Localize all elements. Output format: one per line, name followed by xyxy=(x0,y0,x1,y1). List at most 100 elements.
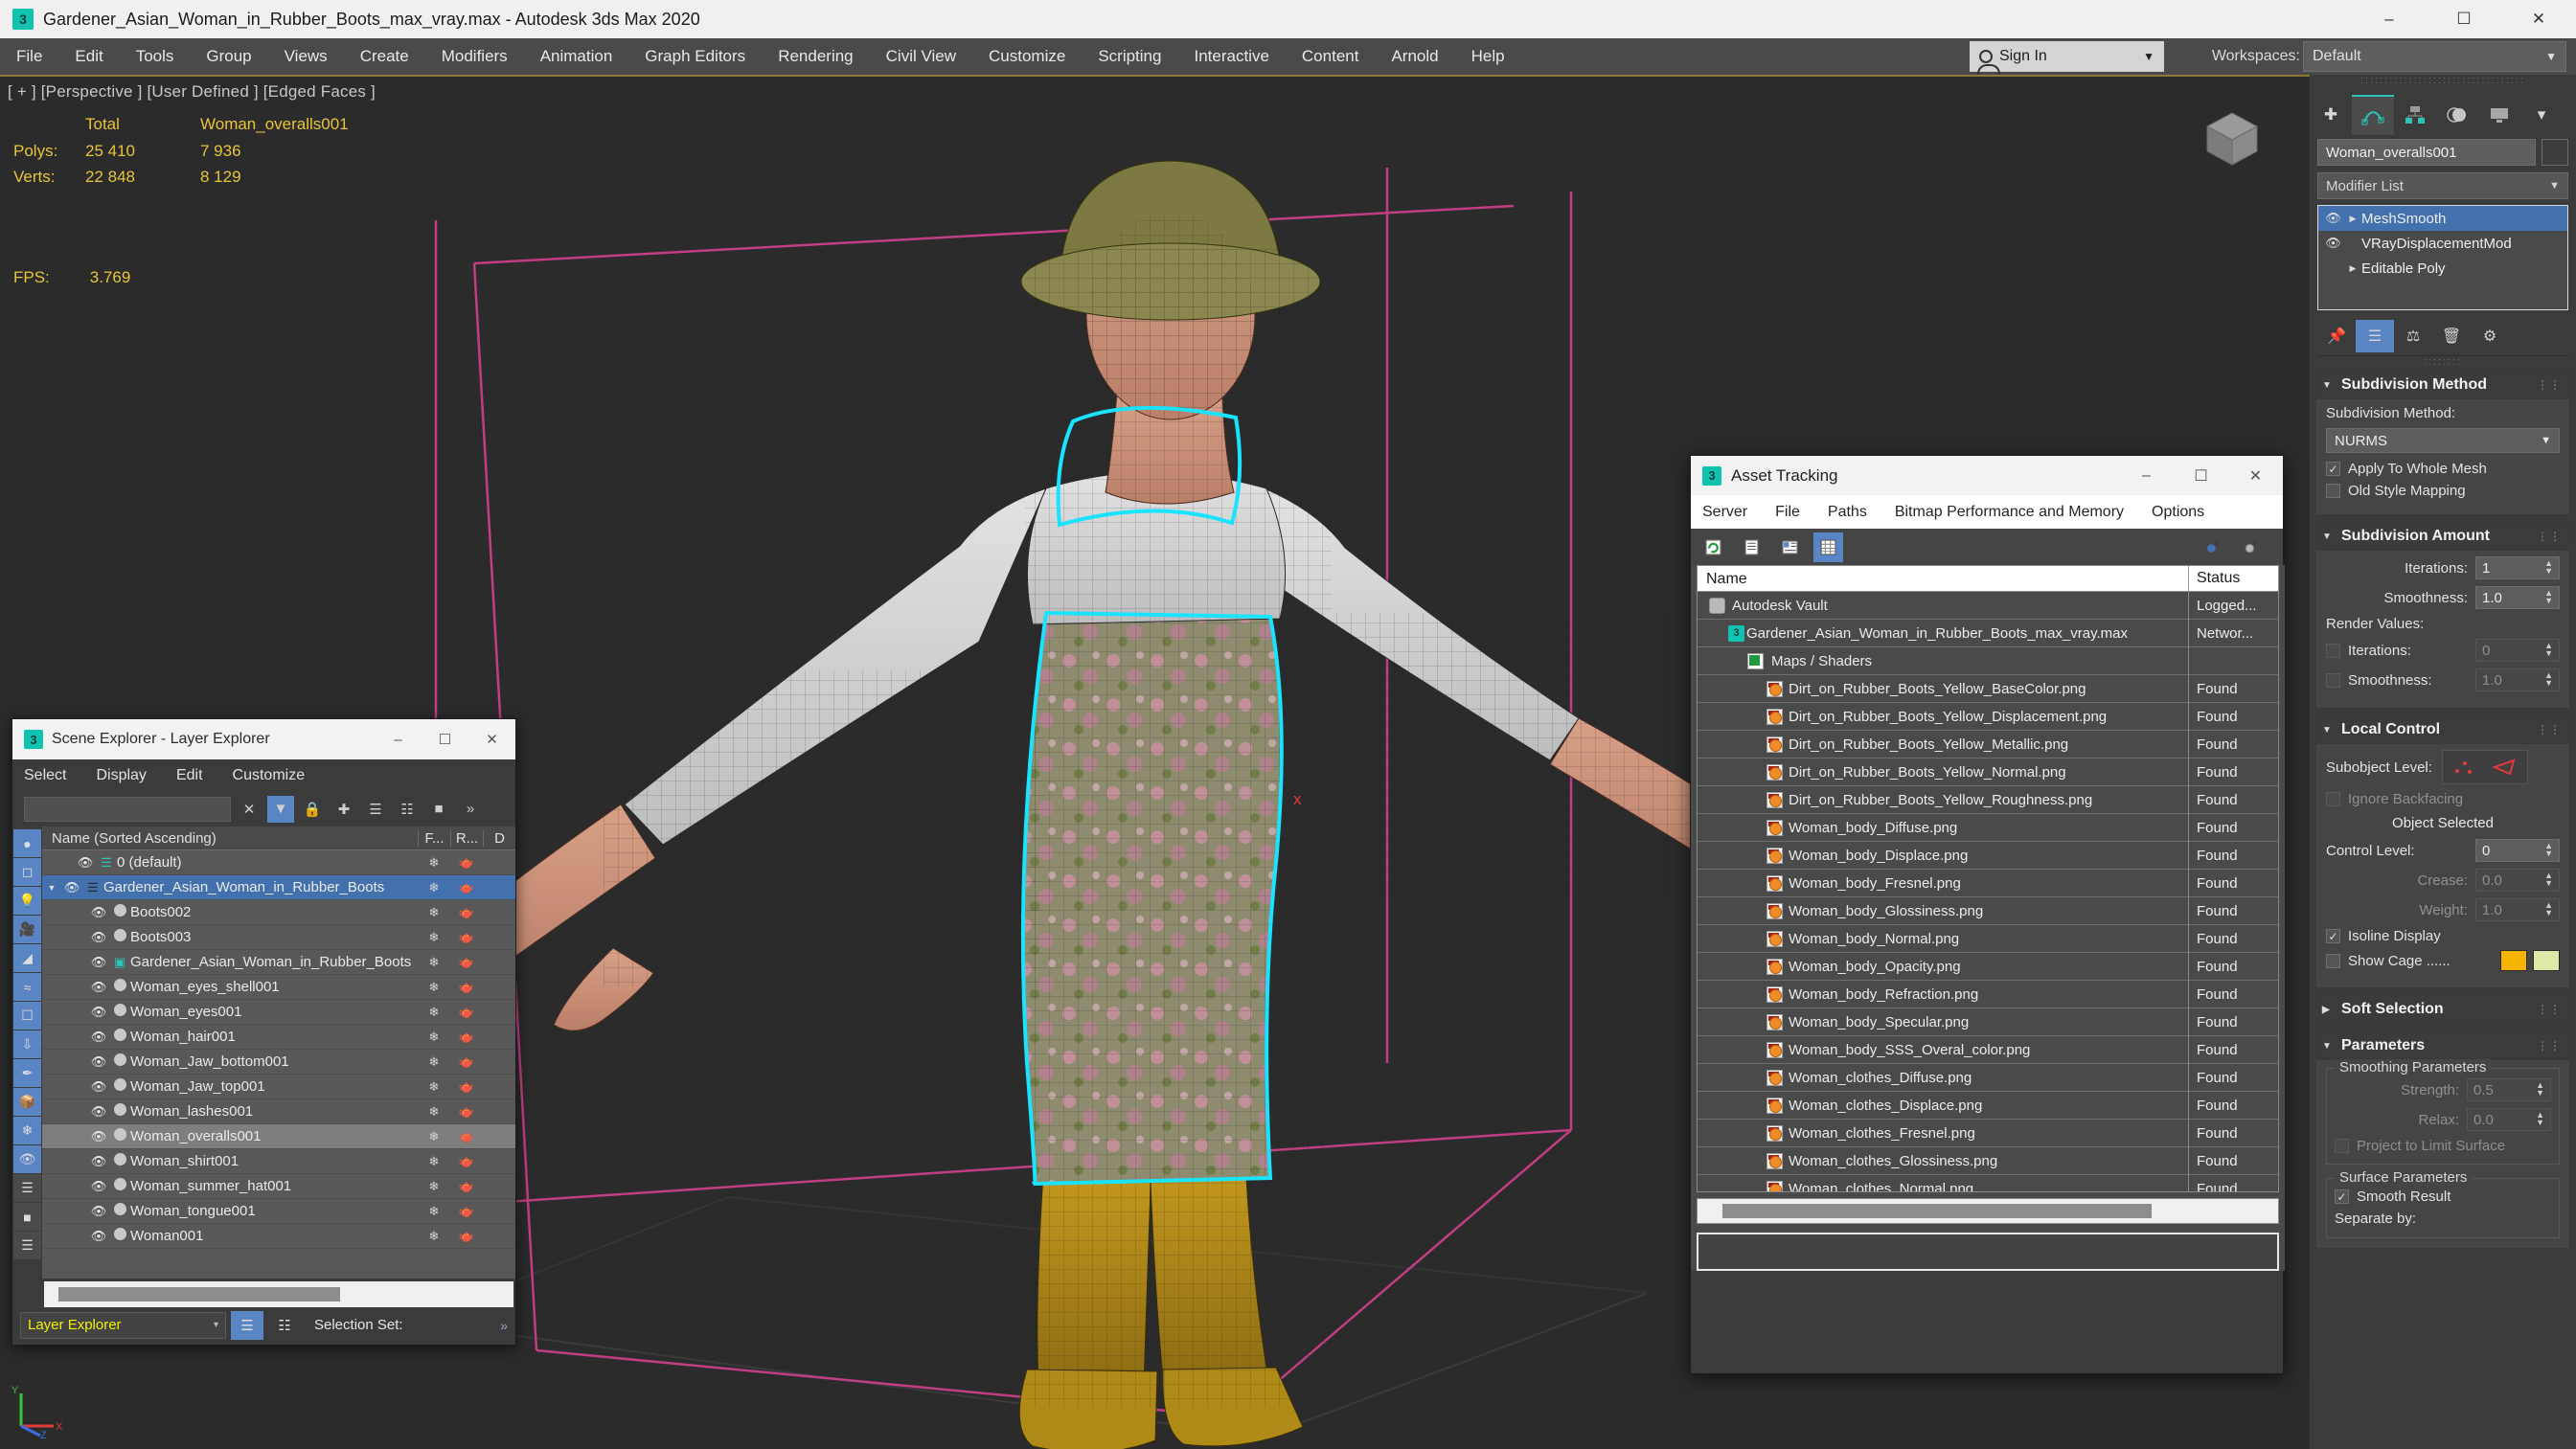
collapse-triangle-icon[interactable]: ▼ xyxy=(2322,380,2341,391)
freeze-toggle-icon[interactable]: ❄ xyxy=(418,1005,450,1020)
render-toggle-icon[interactable]: 🫖 xyxy=(450,980,483,995)
smoothness-spinner[interactable]: 1.0 ▲ ▼ xyxy=(2475,586,2560,609)
filter-geometry-icon[interactable]: ● xyxy=(13,829,41,857)
se-menu-select[interactable]: Select xyxy=(24,767,66,784)
at-menu-bitmap-performance[interactable]: Bitmap Performance and Memory xyxy=(1895,504,2124,521)
spinner-arrows-icon[interactable]: ▲ ▼ xyxy=(2544,671,2553,688)
menu-create[interactable]: Create xyxy=(344,38,425,75)
menu-content[interactable]: Content xyxy=(1286,38,1376,75)
asset-column-name[interactable]: Name xyxy=(1698,565,2189,592)
scene-explorer-list[interactable]: Name (Sorted Ascending) F... R... D 👁 ☰ 0 … xyxy=(42,826,515,1279)
filter-more-icon[interactable]: ☰ xyxy=(13,1232,41,1259)
scene-explorer-row[interactable]: 👁 Woman001 ❄ 🫖 xyxy=(42,1224,515,1249)
asset-row[interactable]: Dirt_on_Rubber_Boots_Yellow_Normal.png Fo… xyxy=(1698,758,2278,786)
expand-triangle-icon[interactable]: ▼ xyxy=(42,883,61,893)
render-toggle-icon[interactable]: 🫖 xyxy=(450,1030,483,1045)
at-menu-file[interactable]: File xyxy=(1775,504,1800,521)
make-unique-icon[interactable]: ⚖ xyxy=(2394,320,2432,352)
asset-row[interactable]: Woman_clothes_Diffuse.png Found xyxy=(1698,1063,2278,1092)
column-render[interactable]: R... xyxy=(450,829,483,847)
at-menu-paths[interactable]: Paths xyxy=(1828,504,1867,521)
viewcube-icon[interactable] xyxy=(2198,103,2267,172)
eye-icon[interactable]: 👁 xyxy=(88,1005,109,1020)
collapse-triangle-icon[interactable]: ▼ xyxy=(2322,1041,2341,1052)
eye-icon[interactable]: 👁 xyxy=(88,955,109,970)
filter-spacewarps-icon[interactable]: ≈ xyxy=(13,973,41,1001)
asset-row[interactable]: Woman_body_Specular.png Found xyxy=(1698,1008,2278,1036)
asset-row[interactable]: Woman_body_Diffuse.png Found xyxy=(1698,813,2278,842)
list-view-icon[interactable] xyxy=(1737,532,1767,562)
smooth-result-checkbox[interactable]: ✓ Smooth Result xyxy=(2335,1189,2551,1205)
hierarchy-icon[interactable]: ☷ xyxy=(394,796,421,823)
show-end-result-icon[interactable]: ☰ xyxy=(2356,319,2394,352)
column-display[interactable]: D xyxy=(483,829,515,847)
eye-icon[interactable]: 👁 xyxy=(88,1129,109,1144)
eye-icon[interactable]: 👁 xyxy=(61,880,82,895)
freeze-toggle-icon[interactable]: ❄ xyxy=(418,1104,450,1120)
eye-icon[interactable]: 👁 xyxy=(88,930,109,945)
column-name[interactable]: Name (Sorted Ascending) xyxy=(42,830,418,847)
footer-more-chevron-icon[interactable]: » xyxy=(500,1318,508,1333)
eye-icon[interactable]: 👁 xyxy=(88,1154,109,1169)
spinner-arrows-icon[interactable]: ▲ ▼ xyxy=(2544,589,2553,605)
render-toggle-icon[interactable]: 🫖 xyxy=(450,1079,483,1095)
render-toggle-icon[interactable]: 🫖 xyxy=(450,1054,483,1070)
eye-icon[interactable]: 👁 xyxy=(88,905,109,920)
scene-explorer-search-input[interactable] xyxy=(24,796,231,822)
scene-explorer-close[interactable]: ✕ xyxy=(468,719,515,759)
workspace-select[interactable]: Default ▼ xyxy=(2303,41,2566,72)
eye-icon[interactable]: 👁 xyxy=(88,1229,109,1244)
menu-arnold[interactable]: Arnold xyxy=(1375,38,1454,75)
freeze-toggle-icon[interactable]: ❄ xyxy=(418,905,450,920)
eye-icon[interactable]: 👁 xyxy=(88,1204,109,1219)
render-iterations-spinner[interactable]: 0 ▲ ▼ xyxy=(2475,639,2560,662)
eye-icon[interactable]: 👁 xyxy=(88,1030,109,1045)
collapse-triangle-icon[interactable]: ▼ xyxy=(2322,725,2341,736)
menu-group[interactable]: Group xyxy=(190,38,267,75)
create-tab[interactable]: ✚ xyxy=(2310,95,2352,135)
spinner-arrows-icon[interactable]: ▲ ▼ xyxy=(2544,642,2553,658)
ignore-backfacing-checkbox[interactable]: Ignore Backfacing xyxy=(2326,791,2560,807)
modifier-vraydisplacementmod[interactable]: 👁 VRayDisplacementMod xyxy=(2318,231,2567,256)
modifier-editable-poly[interactable]: ▶ Editable Poly xyxy=(2318,256,2567,281)
motion-tab[interactable] xyxy=(2436,95,2478,135)
spinner-arrows-icon[interactable]: ▲ ▼ xyxy=(2544,872,2553,888)
weight-spinner[interactable]: 1.0 ▲ ▼ xyxy=(2475,898,2560,921)
viewport-label[interactable]: [ + ] [Perspective ] [User Defined ] [Ed… xyxy=(8,82,376,102)
subdivision-method-select[interactable]: NURMS ▼ xyxy=(2326,428,2560,453)
add-layer-icon[interactable]: ✚ xyxy=(331,796,357,823)
scrollbar-thumb[interactable] xyxy=(58,1287,340,1302)
menu-interactive[interactable]: Interactive xyxy=(1177,38,1285,75)
cage-color-swatch-2[interactable] xyxy=(2533,950,2560,971)
freeze-toggle-icon[interactable]: ❄ xyxy=(418,930,450,945)
grid-view-icon[interactable] xyxy=(1813,532,1843,562)
filter-list-icon[interactable]: ☰ xyxy=(13,1174,41,1202)
minimize-button[interactable]: – xyxy=(2352,0,2427,38)
render-toggle-icon[interactable]: 🫖 xyxy=(450,1229,483,1244)
render-smoothness-spinner[interactable]: 1.0 ▲ ▼ xyxy=(2475,668,2560,691)
scene-explorer-row[interactable]: 👁 Boots002 ❄ 🫖 xyxy=(42,900,515,925)
modifier-stack[interactable]: 👁 ▶ MeshSmooth 👁 VRayDisplacementMod ▶ E… xyxy=(2317,205,2568,310)
render-toggle-icon[interactable]: 🫖 xyxy=(450,1129,483,1144)
rollout-header-local-control[interactable]: ▼ Local Control ⋮⋮ xyxy=(2316,715,2569,744)
scene-explorer-row[interactable]: 👁 Woman_lashes001 ❄ 🫖 xyxy=(42,1099,515,1124)
refresh-icon[interactable] xyxy=(1698,532,1728,562)
filter-containers-icon[interactable]: 📦 xyxy=(13,1088,41,1116)
expand-triangle-icon[interactable]: ▶ xyxy=(2322,1005,2341,1015)
filter-cameras-icon[interactable]: 🎥 xyxy=(13,916,41,943)
sign-in-button[interactable]: Sign In ▼ xyxy=(1970,41,2164,76)
remove-modifier-icon[interactable]: 🗑 xyxy=(2432,320,2471,352)
eye-icon[interactable]: 👁 xyxy=(88,980,109,995)
scene-explorer-row[interactable]: 👁 Woman_eyes_shell001 ❄ 🫖 xyxy=(42,975,515,1000)
asset-row[interactable]: Woman_body_Fresnel.png Found xyxy=(1698,869,2278,897)
strength-spinner[interactable]: 0.5 ▲ ▼ xyxy=(2467,1078,2551,1101)
render-toggle-icon[interactable]: 🫖 xyxy=(450,880,483,895)
asset-row[interactable]: Woman_body_Opacity.png Found xyxy=(1698,952,2278,981)
column-frozen[interactable]: F... xyxy=(418,829,450,847)
menu-rendering[interactable]: Rendering xyxy=(762,38,869,75)
menu-help[interactable]: Help xyxy=(1455,38,1521,75)
spinner-arrows-icon[interactable]: ▲ ▼ xyxy=(2544,901,2553,917)
spinner-arrows-icon[interactable]: ▲ ▼ xyxy=(2544,559,2553,576)
se-menu-display[interactable]: Display xyxy=(96,767,146,784)
asset-row[interactable]: Dirt_on_Rubber_Boots_Yellow_Roughness.pn… xyxy=(1698,785,2278,814)
